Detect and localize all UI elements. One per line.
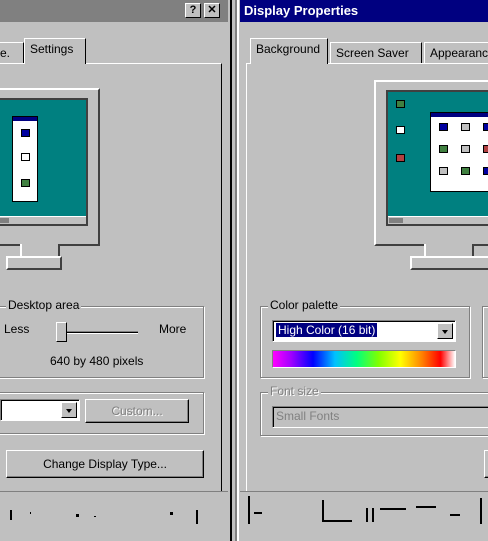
monitor-icon <box>374 80 488 246</box>
monitor-base <box>410 256 488 270</box>
desktop-area-label: Desktop area <box>6 298 82 312</box>
font-size-label: Font size <box>268 384 321 398</box>
dropdown-arrow-icon[interactable] <box>61 402 77 418</box>
color-spectrum-bar <box>272 350 456 368</box>
monitor-neck <box>20 244 60 256</box>
right-titlebar: Display Properties <box>240 0 488 22</box>
settings-window-partial: ? ✕ e. Settings Desktop area Less More 6… <box>0 0 228 541</box>
bottom-button-row-partial <box>0 491 228 541</box>
close-icon[interactable]: ✕ <box>204 3 220 18</box>
font-size-combo-partial[interactable] <box>0 399 80 421</box>
tab-background[interactable]: Background <box>250 38 328 64</box>
help-icon[interactable]: ? <box>185 3 201 18</box>
font-size-value: Small Fonts <box>276 409 340 423</box>
left-titlebar: ? ✕ <box>0 0 228 22</box>
more-label: More <box>159 322 187 336</box>
monitor-base <box>6 256 62 270</box>
dropdown-arrow-icon[interactable] <box>437 323 453 339</box>
adjacent-group-partial <box>482 306 488 378</box>
bottom-button-row-partial <box>240 491 488 541</box>
color-palette-value: High Color (16 bit) <box>276 323 378 337</box>
tab-appearance[interactable]: Appearance <box>424 42 488 64</box>
window-divider <box>228 0 240 541</box>
preview-window <box>430 112 488 192</box>
color-palette-select[interactable]: High Color (16 bit) <box>272 320 456 342</box>
monitor-screen <box>0 98 88 226</box>
preview-taskbar <box>388 216 488 224</box>
partial-button[interactable] <box>484 450 488 478</box>
resolution-slider-thumb[interactable] <box>56 322 67 342</box>
font-size-select[interactable]: Small Fonts <box>272 406 488 428</box>
monitor-screen <box>386 90 488 226</box>
less-label: Less <box>4 322 30 336</box>
monitor-icon <box>0 88 100 246</box>
monitor-neck <box>424 244 474 256</box>
tab-screen-saver[interactable]: Screen Saver <box>330 42 422 64</box>
tab-appearance-partial[interactable]: e. <box>0 42 24 64</box>
resolution-slider-track[interactable] <box>58 331 138 334</box>
custom-button[interactable]: Custom... <box>85 399 189 423</box>
display-properties-window: Display Properties Background Screen Sav… <box>240 0 488 541</box>
tab-settings[interactable]: Settings <box>24 38 86 64</box>
preview-window <box>12 116 38 202</box>
preview-taskbar <box>0 216 86 224</box>
color-palette-label: Color palette <box>268 298 341 312</box>
change-display-type-button[interactable]: Change Display Type... <box>6 450 204 478</box>
window-title: Display Properties <box>244 3 359 18</box>
resolution-text: 640 by 480 pixels <box>50 354 144 368</box>
